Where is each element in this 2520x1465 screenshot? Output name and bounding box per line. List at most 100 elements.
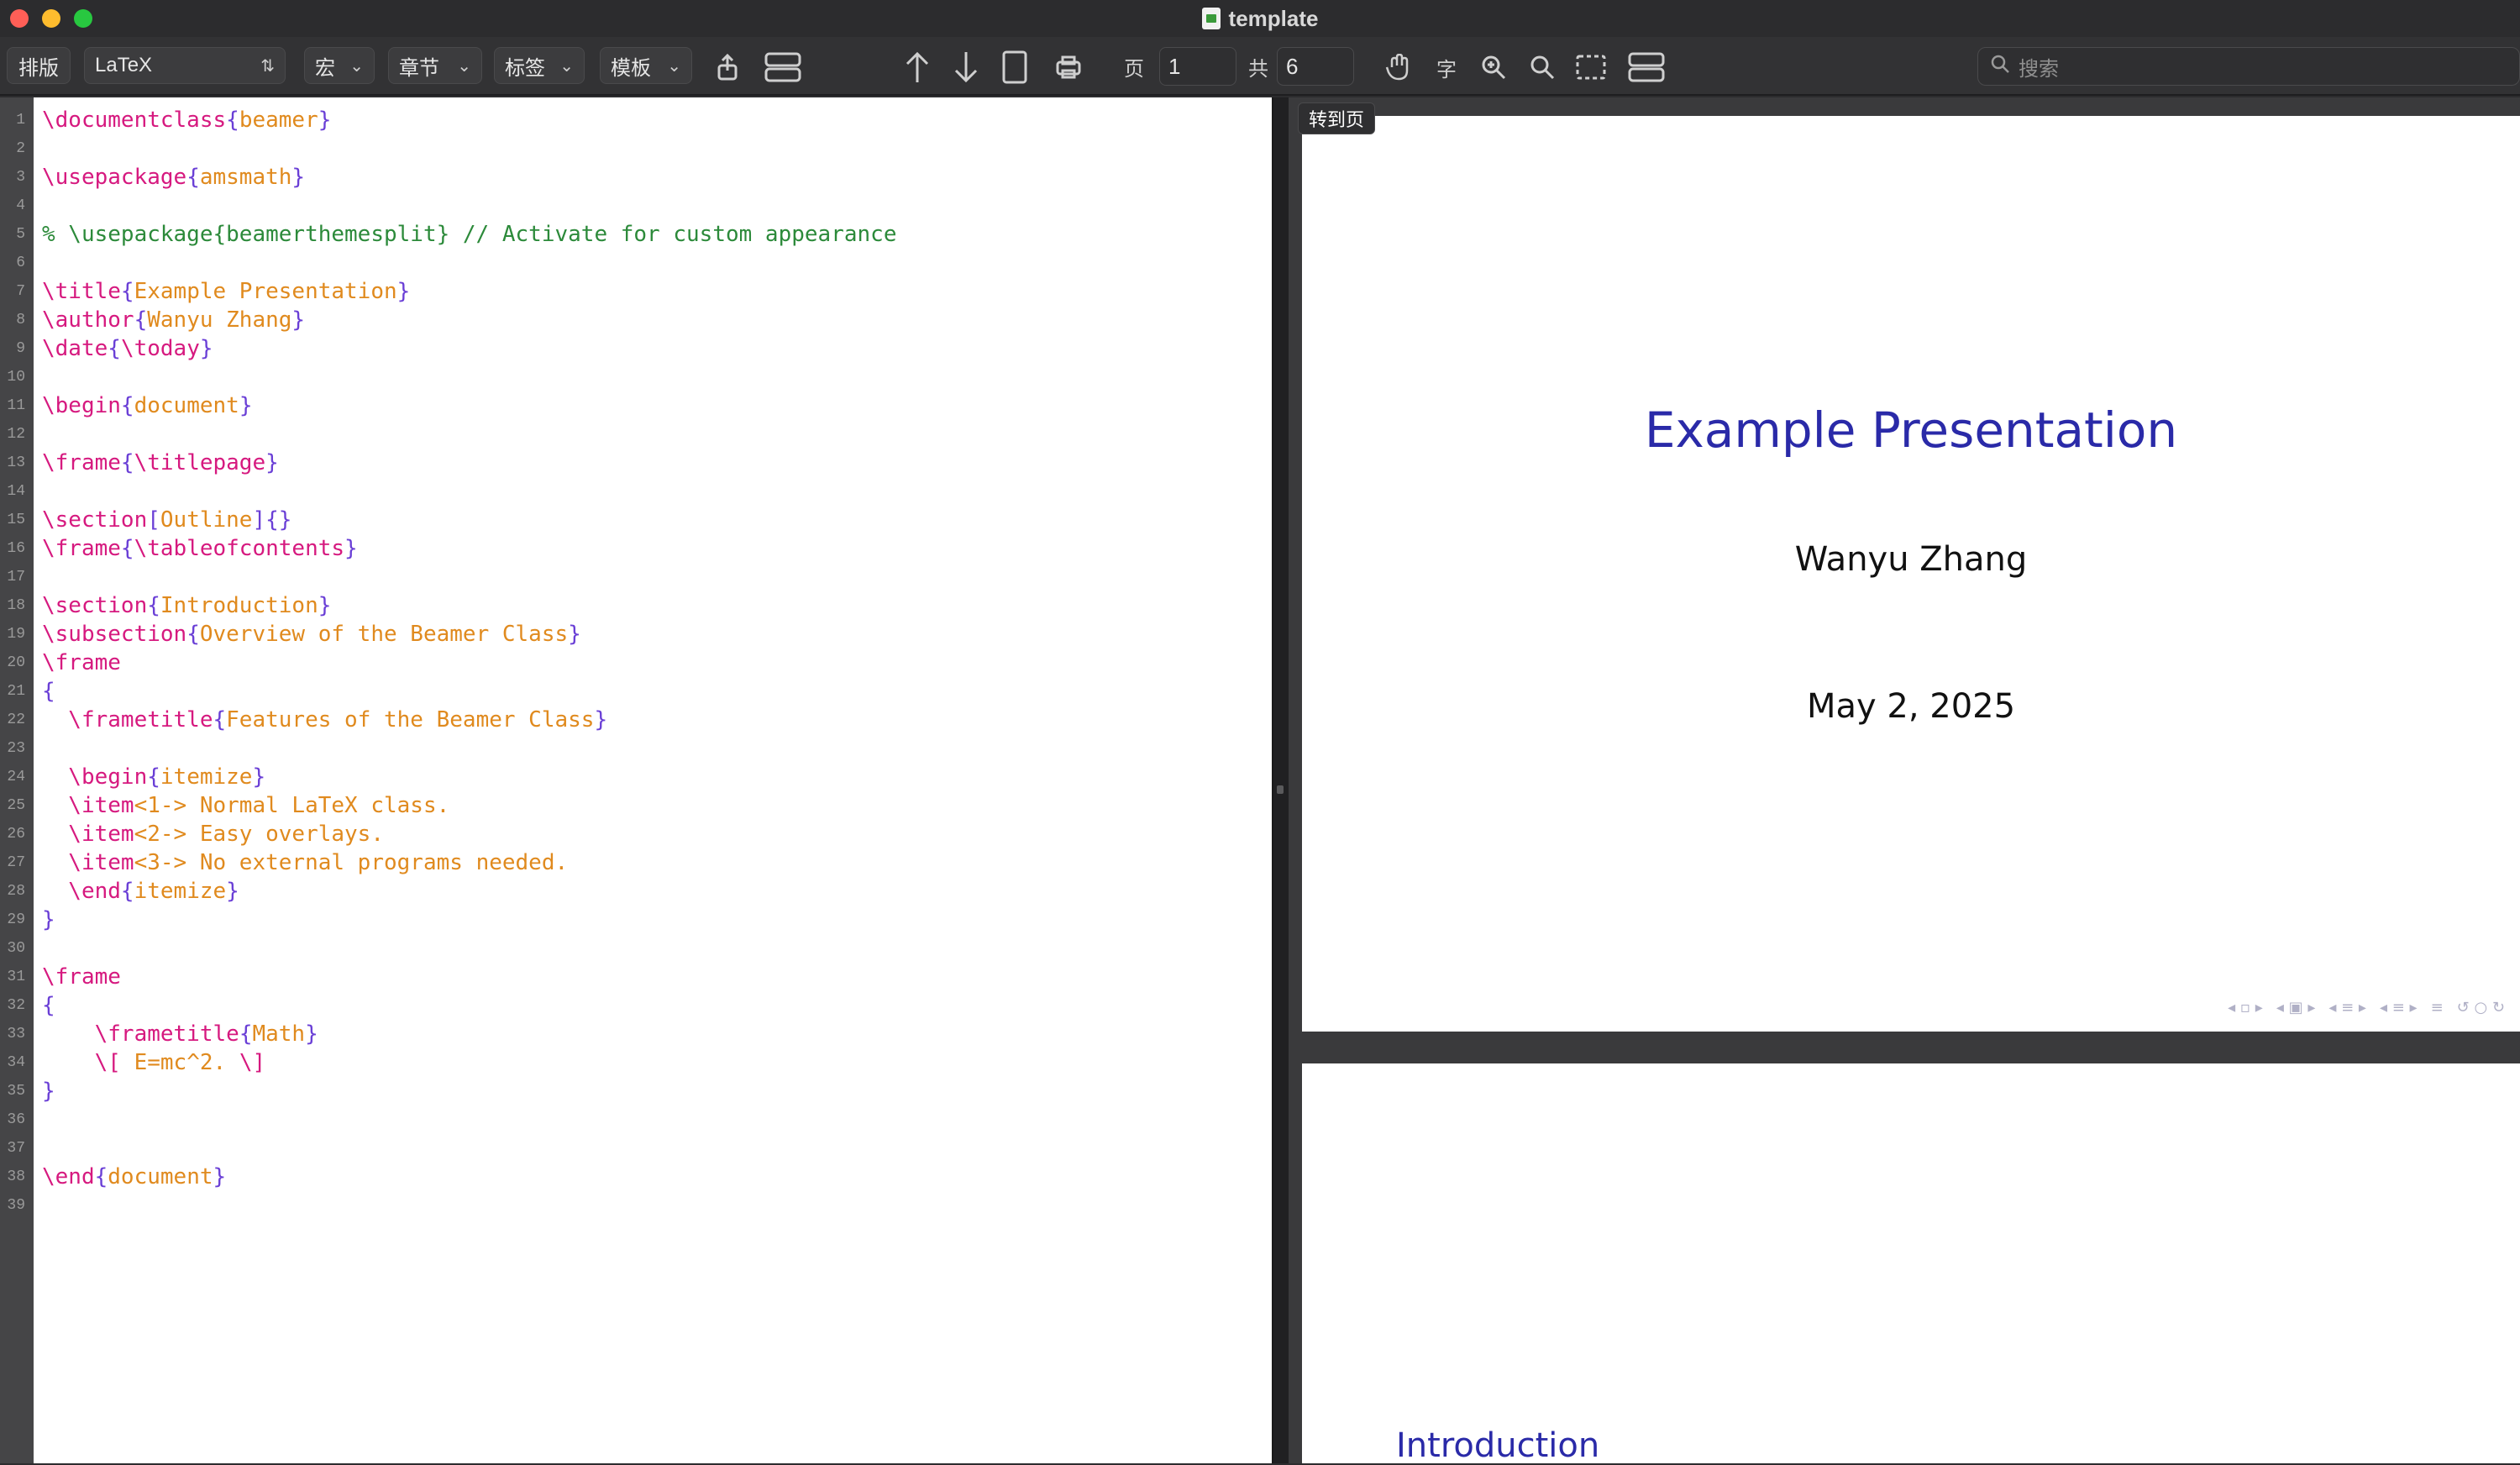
split-divider[interactable] [1272, 97, 1289, 1463]
code-token: Overview of the Beamer Class [199, 622, 569, 647]
tags-menu-button[interactable]: 标签 ⌄ [494, 47, 585, 84]
code-text: \item<1-> Normal LaTeX class. [42, 791, 449, 820]
code-text: \end{itemize} [42, 877, 239, 906]
code-token: \subsection [42, 622, 187, 647]
divider-handle[interactable] [1277, 785, 1284, 794]
nav-section-icon: ◂ ≡ ▸ [2328, 999, 2366, 1016]
line-number: 16 [7, 540, 25, 557]
chevron-down-icon: ⌄ [667, 56, 681, 76]
code-line: 29} [0, 906, 1272, 934]
code-token: \section [42, 593, 148, 618]
line-number: 26 [7, 826, 25, 843]
go-to-page-tooltip: 转到页 [1298, 102, 1376, 134]
engine-select[interactable]: LaTeX ⇅ [84, 47, 286, 84]
code-text: \item<2-> Easy overlays. [42, 820, 384, 848]
code-line: 13 \frame{\titlepage} [0, 449, 1272, 477]
line-number: 39 [7, 1197, 25, 1214]
split-view-icon[interactable] [763, 50, 803, 84]
line-number: 2 [16, 140, 25, 157]
code-line: 30 [0, 934, 1272, 963]
share-icon[interactable] [711, 50, 744, 84]
code-token: \end [42, 879, 121, 904]
code-token: [ [147, 507, 160, 533]
line-number: 28 [7, 883, 25, 900]
code-line: 22 \frametitle{Features of the Beamer Cl… [0, 706, 1272, 734]
code-token: \today [120, 336, 200, 361]
code-lines: 1 \documentclass{beamer} 2 3 \usepackage{ams… [0, 106, 1272, 1220]
code-token: \frame [42, 650, 121, 675]
single-page-icon[interactable] [998, 50, 1032, 84]
code-token: beamer [239, 108, 318, 133]
line-number: 7 [16, 283, 25, 300]
code-line: 26 \item<2-> Easy overlays. [0, 820, 1272, 848]
code-token: amsmath [199, 165, 292, 190]
line-number: 22 [7, 711, 25, 728]
source-editor[interactable]: 1 \documentclass{beamer} 2 3 \usepackage{ams… [0, 97, 1272, 1463]
code-token: } [396, 279, 411, 304]
arrow-down-icon[interactable] [949, 50, 983, 84]
arrow-up-icon[interactable] [900, 50, 934, 84]
code-line: 36 [0, 1105, 1272, 1134]
slide-title: Example Presentation [1644, 402, 2178, 459]
text-select-icon[interactable]: 字 [1430, 50, 1463, 84]
line-number: 14 [7, 483, 25, 500]
code-token: \[ [42, 1050, 134, 1075]
line-number: 25 [7, 797, 25, 814]
templates-label: 模板 [611, 56, 651, 80]
line-number: 38 [7, 1168, 25, 1185]
section-menu-button[interactable]: 章节 ⌄ [388, 47, 482, 84]
code-token: { [213, 707, 227, 732]
code-token: } [291, 307, 306, 333]
code-token: } [291, 165, 306, 190]
code-token: \frametitle [42, 1021, 239, 1047]
search-field[interactable]: 搜索 [1977, 47, 2520, 86]
code-token: } [568, 622, 581, 647]
zoom-in-icon[interactable] [1477, 50, 1510, 84]
print-icon[interactable] [1052, 50, 1085, 84]
code-line: 9 \date{\today} [0, 334, 1272, 363]
total-pages-value: 6 [1286, 53, 1299, 79]
code-token: \title [42, 279, 121, 304]
search-icon[interactable] [1525, 50, 1559, 84]
engine-value: LaTeX [95, 54, 153, 76]
hand-tool-icon[interactable] [1381, 50, 1415, 84]
layout-toggle-icon[interactable] [1626, 50, 1667, 84]
line-number: 5 [16, 226, 25, 243]
code-token: \tableofcontents [134, 536, 345, 561]
line-number: 35 [7, 1083, 25, 1100]
code-token: \begin [42, 764, 148, 790]
code-text: } [42, 906, 55, 934]
search-icon [1990, 54, 2010, 80]
code-token: % \usepackage{beamerthemesplit} // Activ… [42, 222, 897, 247]
code-line: 24 \begin{itemize} [0, 763, 1272, 791]
selection-rect-icon[interactable] [1572, 50, 1609, 84]
typeset-button[interactable]: 排版 [7, 47, 71, 84]
code-token: { [120, 536, 134, 561]
code-line: 33 \frametitle{Math} [0, 1020, 1272, 1048]
code-token: } [344, 536, 358, 561]
code-token: } [199, 336, 213, 361]
code-line: 4 [0, 192, 1272, 220]
code-token: } [239, 393, 253, 418]
code-text: \date{\today} [42, 334, 213, 363]
code-token: { [120, 279, 134, 304]
line-number: 9 [16, 340, 25, 357]
code-text: } [42, 1077, 55, 1105]
code-line: 19 \subsection{Overview of the Beamer Cla… [0, 620, 1272, 648]
line-number: 36 [7, 1111, 25, 1128]
line-number: 31 [7, 969, 25, 985]
macros-menu-button[interactable]: 宏 ⌄ [304, 47, 375, 84]
line-number: 12 [7, 426, 25, 443]
code-line: 14 [0, 477, 1272, 506]
code-token: \date [42, 336, 108, 361]
nav-search-icon: ↺ ○ ↻ [2456, 999, 2505, 1016]
code-text: \frame [42, 648, 121, 677]
code-token: \frame [42, 964, 121, 990]
page-number-input[interactable]: 1 [1159, 47, 1236, 86]
code-token: <1-> Normal LaTeX class. [134, 793, 450, 818]
code-line: 12 [0, 420, 1272, 449]
templates-menu-button[interactable]: 模板 ⌄ [600, 47, 692, 84]
code-line: 27 \item<3-> No external programs needed… [0, 848, 1272, 877]
updown-chevron-icon: ⇅ [260, 56, 275, 76]
pdf-preview[interactable]: Example Presentation Wanyu Zhang May 2, … [1289, 97, 2520, 1465]
